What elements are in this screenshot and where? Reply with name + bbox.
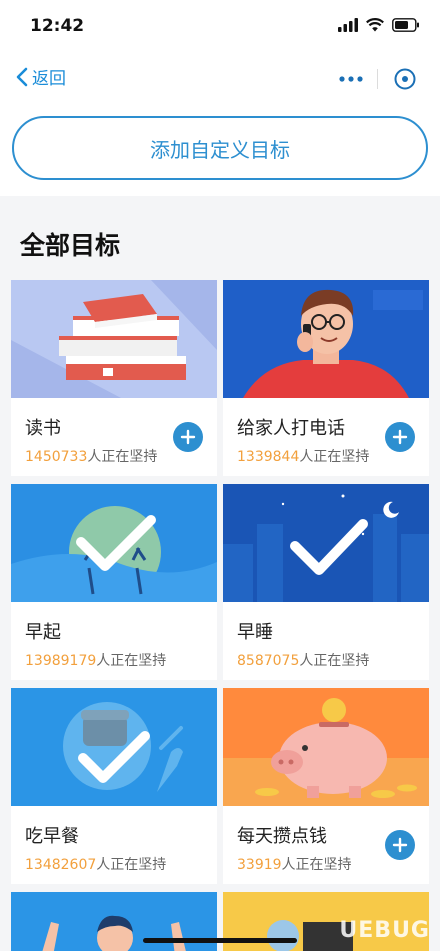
breakfast-illustration <box>11 688 217 806</box>
add-goal-button[interactable] <box>385 830 415 860</box>
goal-card-early-rise[interactable]: 早起 13989179人正在坚持 <box>11 484 217 680</box>
early-sleep-illustration <box>223 484 429 602</box>
participant-suffix: 人正在坚持 <box>96 857 167 873</box>
battery-icon <box>392 18 419 32</box>
participant-count: 13482607 <box>25 857 97 873</box>
early-rise-illustration <box>11 484 217 602</box>
participant-count: 33919 <box>237 857 282 873</box>
participant-suffix: 人正在坚持 <box>87 449 158 465</box>
save-money-illustration <box>223 688 429 806</box>
mini-program-capsule <box>332 62 424 96</box>
status-bar: 12:42 <box>0 0 440 56</box>
add-goal-button[interactable] <box>385 422 415 452</box>
plus-icon <box>392 837 408 853</box>
add-custom-goal-button[interactable]: 添加自定义目标 <box>12 116 428 180</box>
participant-count: 8587075 <box>237 653 300 669</box>
goal-participants: 1339844人正在坚持 <box>237 446 415 466</box>
participant-count: 1450733 <box>25 449 88 465</box>
goal-card-save-money[interactable]: 每天攒点钱 33919人正在坚持 <box>223 688 429 884</box>
home-indicator <box>143 938 297 943</box>
goal-participants: 13989179人正在坚持 <box>25 650 203 670</box>
wifi-icon <box>366 18 384 32</box>
card-body: 给家人打电话 1339844人正在坚持 <box>223 398 429 476</box>
chevron-left-icon <box>16 67 28 86</box>
back-label: 返回 <box>32 69 66 89</box>
goal-card-early-sleep[interactable]: 早睡 8587075人正在坚持 <box>223 484 429 680</box>
signal-icon <box>338 18 358 32</box>
participant-suffix: 人正在坚持 <box>299 449 370 465</box>
call-family-illustration <box>223 280 429 398</box>
add-goal-button[interactable] <box>173 422 203 452</box>
participant-count: 13989179 <box>25 653 97 669</box>
card-body: 早睡 8587075人正在坚持 <box>223 602 429 680</box>
goal-title: 早睡 <box>237 622 273 643</box>
goal-participants: 13482607人正在坚持 <box>25 854 203 874</box>
participant-suffix: 人正在坚持 <box>299 653 370 669</box>
capsule-divider <box>377 69 379 89</box>
status-time: 12:42 <box>30 16 85 36</box>
nav-bar: 返回 <box>0 56 440 102</box>
back-button[interactable]: 返回 <box>16 64 66 89</box>
status-icons <box>338 18 420 32</box>
top-area: 添加自定义目标 <box>0 102 440 196</box>
participant-count: 1339844 <box>237 449 300 465</box>
goal-participants: 1450733人正在坚持 <box>25 446 203 466</box>
close-icon[interactable] <box>393 67 417 91</box>
goal-card-reading[interactable]: 读书 1450733人正在坚持 <box>11 280 217 476</box>
watermark: UEBUG <box>339 918 430 943</box>
reading-illustration <box>11 280 217 398</box>
goal-title: 吃早餐 <box>25 826 79 847</box>
section-title: 全部目标 <box>0 196 440 280</box>
card-body: 读书 1450733人正在坚持 <box>11 398 217 476</box>
card-body: 每天攒点钱 33919人正在坚持 <box>223 806 429 884</box>
goal-card-breakfast[interactable]: 吃早餐 13482607人正在坚持 <box>11 688 217 884</box>
goal-grid: 读书 1450733人正在坚持 给家人打电话 1339844人正在坚持 早起 1… <box>0 280 440 951</box>
more-icon[interactable] <box>339 75 363 83</box>
plus-icon <box>392 429 408 445</box>
plus-icon <box>180 429 196 445</box>
goal-participants: 33919人正在坚持 <box>237 854 415 874</box>
participant-suffix: 人正在坚持 <box>96 653 167 669</box>
card-body: 吃早餐 13482607人正在坚持 <box>11 806 217 884</box>
card-body: 早起 13989179人正在坚持 <box>11 602 217 680</box>
goal-card-call-family[interactable]: 给家人打电话 1339844人正在坚持 <box>223 280 429 476</box>
participant-suffix: 人正在坚持 <box>281 857 352 873</box>
goal-participants: 8587075人正在坚持 <box>237 650 415 670</box>
goal-title: 早起 <box>25 622 61 643</box>
